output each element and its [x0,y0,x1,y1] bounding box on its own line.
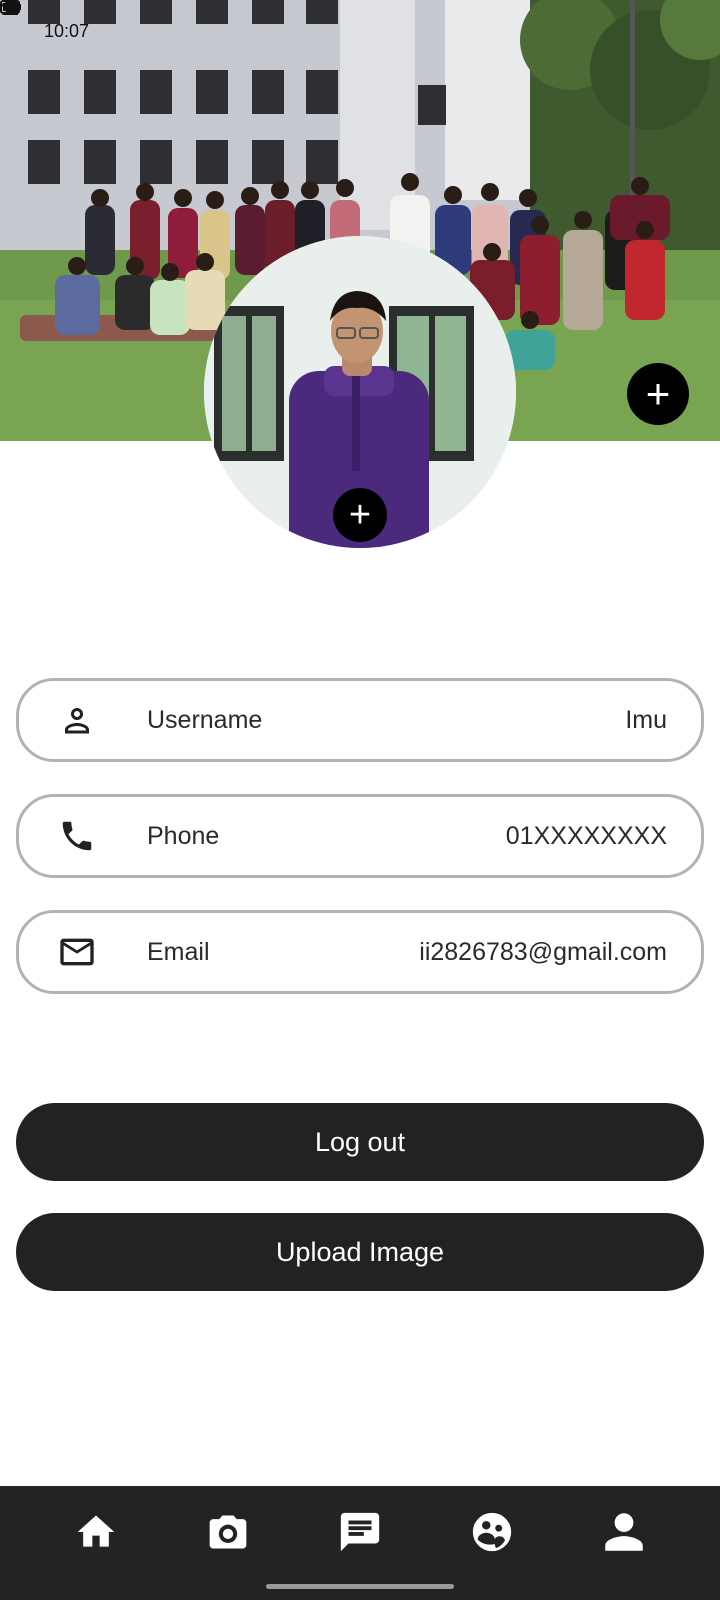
nav-home[interactable] [63,1499,129,1565]
battery-icon [0,0,21,14]
field-value: 01XXXXXXXX [505,821,667,850]
bottom-navigation [0,1486,720,1600]
plus-icon: + [348,494,372,536]
field-label: Phone [147,821,220,850]
nav-groups[interactable] [459,1499,525,1565]
add-avatar-button[interactable]: + [333,488,387,542]
nav-chat[interactable] [327,1499,393,1565]
logout-button[interactable]: Log out [16,1103,704,1181]
status-time: 10:07 [44,20,90,41]
profile-icon [605,1513,643,1551]
field-value: Imu [625,705,667,734]
add-cover-photo-button[interactable]: + [627,363,689,425]
upload-image-button[interactable]: Upload Image [16,1213,704,1291]
phone-field[interactable]: Phone 01XXXXXXXX [16,794,704,878]
home-icon [77,1515,115,1547]
field-label: Email [147,937,210,966]
home-indicator[interactable] [266,1584,454,1589]
camera-icon [209,1515,247,1549]
field-value: ii2826783@gmail.com [419,937,667,966]
chat-icon [340,1512,380,1552]
groups-icon [472,1512,512,1552]
field-label: Username [147,705,263,734]
username-field[interactable]: Username Imu [16,678,704,762]
nav-camera[interactable] [195,1499,261,1565]
email-field[interactable]: Email ii2826783@gmail.com [16,910,704,994]
status-bar: 10:07 [0,0,720,62]
person-icon [55,698,99,742]
nav-profile[interactable] [591,1499,657,1565]
plus-icon: + [645,370,671,417]
mail-icon [55,930,99,974]
phone-icon [55,814,99,858]
